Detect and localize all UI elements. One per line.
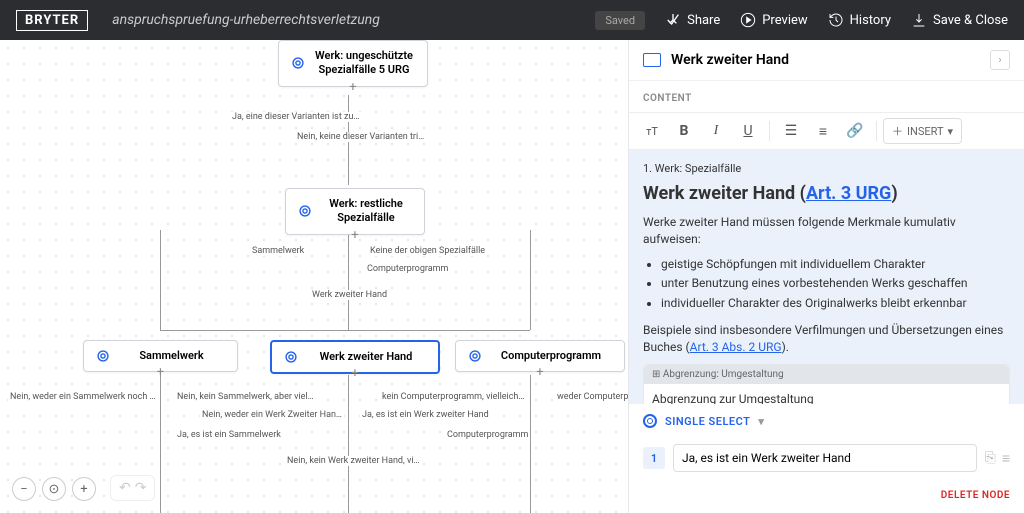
node-spezialfaelle-5urg[interactable]: Werk: ungeschützte Spezialfälle 5 URG + xyxy=(278,40,428,87)
content-list: geistige Schöpfungen mit individuellem C… xyxy=(661,256,1010,312)
side-panel: Werk zweiter Hand › CONTENT тT B I U ☰ ≡… xyxy=(628,40,1024,513)
link-button[interactable]: 🔗 xyxy=(840,117,870,145)
add-child-icon[interactable]: + xyxy=(346,80,360,94)
zoom-in-button[interactable]: + xyxy=(72,477,96,501)
preview-button[interactable]: Preview xyxy=(740,12,807,28)
add-child-icon[interactable]: + xyxy=(348,228,362,242)
reorder-option-icon[interactable]: ≡ xyxy=(1002,450,1010,467)
content-editor[interactable]: 1. Werk: Spezialfälle Werk zweiter Hand … xyxy=(629,150,1024,404)
flow-canvas[interactable]: Werk: ungeschützte Spezialfälle 5 URG + … xyxy=(0,40,628,513)
save-close-button[interactable]: Save & Close xyxy=(911,12,1008,28)
option-number: 1 xyxy=(643,447,665,469)
app-header: BRYTER anspruchspruefung-urheberrechtsve… xyxy=(0,0,1024,40)
history-button[interactable]: History xyxy=(828,12,891,28)
edge-label: kein Computerprogramm, vielleich… xyxy=(380,392,526,402)
edge-label: Sammelwerk xyxy=(250,246,306,256)
content-paragraph: Werke zweiter Hand müssen folgende Merkm… xyxy=(643,214,1010,248)
edge-label: Ja, es ist ein Werk zweiter Hand xyxy=(360,410,491,420)
insert-button[interactable]: ＋INSERT▾ xyxy=(883,118,962,144)
edge-label: Computerprogramm xyxy=(445,430,530,440)
underline-button[interactable]: U xyxy=(733,117,763,145)
share-button[interactable]: Share xyxy=(665,12,720,28)
zoom-out-button[interactable]: − xyxy=(12,477,36,501)
copy-option-icon[interactable]: ⎘ xyxy=(985,450,996,467)
edge-label: Nein, kein Sammelwerk, aber viel… xyxy=(175,392,316,402)
history-icon xyxy=(828,12,844,28)
edge-label: weder Computerpr xyxy=(555,392,628,402)
content-link[interactable]: Art. 3 Abs. 2 URG xyxy=(690,340,782,354)
zoom-fit-button[interactable]: ⊙ xyxy=(42,477,66,501)
edge-label: Computerprogramm xyxy=(365,264,450,274)
share-icon xyxy=(665,12,681,28)
numbered-list-button[interactable]: ≡ xyxy=(808,117,838,145)
heading-link[interactable]: Art. 3 URG xyxy=(806,183,891,204)
node-icon xyxy=(298,204,312,218)
edge-label: Ja, es ist ein Sammelwerk xyxy=(175,430,283,440)
collapsible-block[interactable]: ⊞ Abgrenzung: Umgestaltung Abgrenzung zu… xyxy=(643,364,1010,404)
option-input[interactable] xyxy=(673,444,977,472)
logo: BRYTER xyxy=(16,10,88,31)
redo-icon[interactable]: ↷ xyxy=(135,480,147,496)
edge-label: Nein, kein Werk zweiter Hand, vi… xyxy=(285,456,422,466)
content-paragraph: Beispiele sind insbesondere Verfilmungen… xyxy=(643,322,1010,356)
collapsible-body: Abgrenzung zur Umgestaltung xyxy=(644,384,1009,404)
play-icon xyxy=(740,12,756,28)
undo-icon[interactable]: ↶ xyxy=(119,480,131,496)
collapsible-header[interactable]: ⊞ Abgrenzung: Umgestaltung xyxy=(644,365,1009,384)
edge-label: Keine der obigen Spezialfälle xyxy=(368,246,487,256)
rte-toolbar: тT B I U ☰ ≡ 🔗 ＋INSERT▾ xyxy=(629,112,1024,150)
section-label: CONTENT xyxy=(629,81,1024,112)
expand-panel-button[interactable]: › xyxy=(990,50,1010,70)
node-werk-zweiter-hand[interactable]: Werk zweiter Hand + xyxy=(270,340,440,374)
node-sammelwerk[interactable]: Sammelwerk + xyxy=(83,340,238,372)
edge-label: Nein, weder ein Sammelwerk noch … xyxy=(8,392,158,402)
content-heading: Werk zweiter Hand (Art. 3 URG) xyxy=(643,183,1010,204)
answer-type-selector[interactable]: SINGLE SELECT ▾ xyxy=(629,404,1024,438)
node-icon xyxy=(96,349,110,363)
bold-button[interactable]: B xyxy=(669,117,699,145)
edge-label: Werk zweiter Hand xyxy=(310,290,389,300)
single-select-icon xyxy=(643,414,657,428)
node-type-icon xyxy=(643,53,661,67)
node-computerprogramm[interactable]: Computerprogramm + xyxy=(455,340,625,372)
module-title: anspruchspruefung-urheberrechtsverletzun… xyxy=(112,12,380,28)
node-icon xyxy=(284,350,298,364)
edge-label: Nein, weder ein Werk Zweiter Han… xyxy=(200,410,344,420)
breadcrumb: 1. Werk: Spezialfälle xyxy=(643,162,1010,175)
add-child-icon[interactable]: + xyxy=(348,366,362,380)
add-child-icon[interactable]: + xyxy=(154,365,168,379)
edge-label: Nein, keine dieser Varianten tri… xyxy=(295,132,426,142)
download-icon xyxy=(911,12,927,28)
delete-node-button[interactable]: DELETE NODE xyxy=(629,478,1024,513)
text-size-button[interactable]: тT xyxy=(637,117,667,145)
add-child-icon[interactable]: + xyxy=(533,365,547,379)
node-icon xyxy=(291,56,305,70)
option-row: 1 ⎘ ≡ xyxy=(629,438,1024,478)
zoom-controls: − ⊙ + xyxy=(12,477,96,501)
undo-redo: ↶ ↷ xyxy=(110,475,155,501)
node-restliche-spezialfaelle[interactable]: Werk: restliche Spezialfälle + xyxy=(285,188,425,235)
panel-title: Werk zweiter Hand xyxy=(671,52,789,68)
italic-button[interactable]: I xyxy=(701,117,731,145)
bullet-list-button[interactable]: ☰ xyxy=(776,117,806,145)
saved-badge: Saved xyxy=(595,11,645,30)
node-icon xyxy=(468,349,482,363)
edge-label: Ja, eine dieser Varianten ist zu… xyxy=(230,112,361,122)
